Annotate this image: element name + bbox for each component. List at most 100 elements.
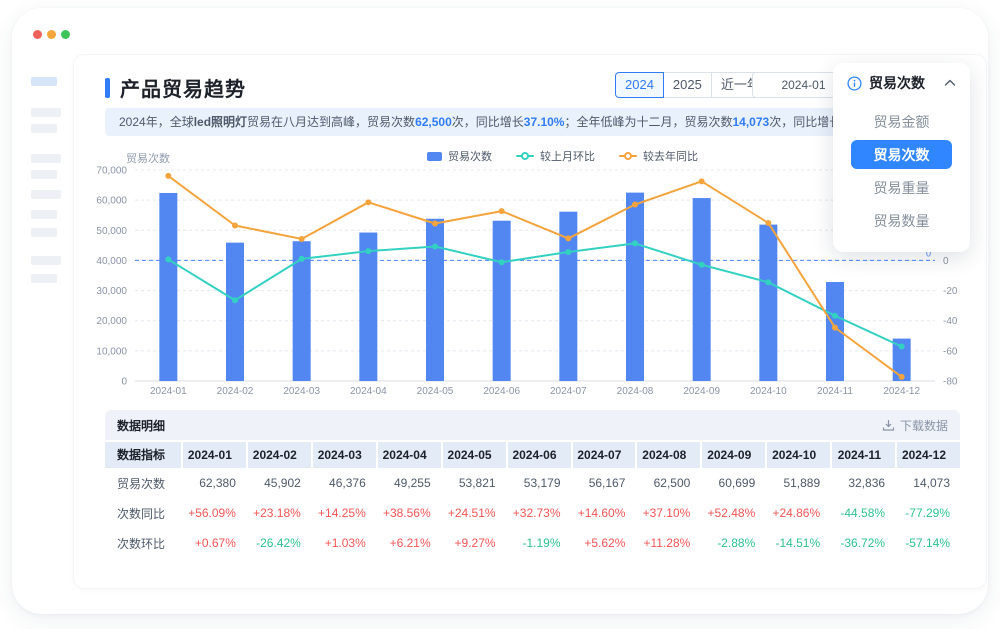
table-cell: +24.86% — [767, 506, 830, 520]
legend-bar-swatch — [427, 152, 442, 161]
table-cell: -1.19% — [508, 536, 571, 550]
sidebar-skeleton-item[interactable] — [31, 274, 57, 283]
sidebar-skeleton-item-active[interactable] — [31, 77, 57, 86]
table-title-bar: 数据明细 下载数据 — [105, 410, 960, 440]
table-cell: -26.42% — [248, 536, 311, 550]
point-较去年同比-2024-09[interactable] — [699, 178, 705, 184]
svg-text:2024-05: 2024-05 — [417, 386, 454, 397]
trend-chart[interactable]: 0-8010,000-6020,000-4030,000-2040,000050… — [85, 164, 960, 403]
table-cell: -57.14% — [897, 536, 960, 550]
maximize-icon[interactable] — [61, 30, 70, 39]
legend-item-较去年同比[interactable]: 较去年同比 — [619, 148, 698, 164]
point-较上月环比-2024-03[interactable] — [299, 256, 305, 262]
point-较去年同比-2024-07[interactable] — [565, 235, 571, 241]
bar-2024-04[interactable] — [359, 233, 377, 381]
sidebar-skeleton-item[interactable] — [31, 210, 57, 219]
point-较上月环比-2024-05[interactable] — [432, 243, 438, 249]
period-tab-2025[interactable]: 2025 — [663, 72, 712, 98]
point-较上月环比-2024-01[interactable] — [165, 256, 171, 262]
sidebar-skeleton-item[interactable] — [31, 108, 61, 117]
table-header-cell: 2024-05 — [443, 442, 506, 468]
row-label: 次数环比 — [105, 535, 181, 552]
point-较上月环比-2024-10[interactable] — [765, 279, 771, 285]
table-row-次数同比: 次数同比+56.09%+23.18%+14.25%+38.56%+24.51%+… — [105, 498, 960, 528]
table-cell: 62,500 — [637, 476, 700, 490]
svg-text:2024-09: 2024-09 — [683, 386, 720, 397]
legend-label: 较去年同比 — [643, 148, 698, 164]
bar-2024-06[interactable] — [493, 221, 511, 381]
metric-option-贸易重量[interactable]: 贸易重量 — [851, 173, 952, 202]
point-较去年同比-2024-10[interactable] — [765, 220, 771, 226]
sidebar-skeleton-item[interactable] — [31, 256, 61, 265]
point-较去年同比-2024-05[interactable] — [432, 220, 438, 226]
metric-option-贸易金额[interactable]: 贸易金额 — [851, 107, 952, 136]
table-cell: -14.51% — [767, 536, 830, 550]
point-较去年同比-2024-06[interactable] — [499, 208, 505, 214]
point-较上月环比-2024-11[interactable] — [832, 313, 838, 319]
page-title: 产品贸易趋势 — [120, 73, 246, 102]
point-较去年同比-2024-02[interactable] — [232, 222, 238, 228]
download-data-button[interactable]: 下载数据 — [882, 417, 948, 434]
point-较上月环比-2024-09[interactable] — [699, 262, 705, 268]
table-header-cell: 2024-12 — [897, 442, 960, 468]
legend-label: 贸易次数 — [448, 148, 492, 164]
metric-dropdown-header[interactable]: 贸易次数 — [833, 63, 970, 103]
summary-banner: 2024年，全球led照明灯贸易在八月达到高峰，贸易次数62,500次，同比增长… — [105, 108, 960, 136]
metric-options-list: 贸易金额贸易次数贸易重量贸易数量 — [833, 107, 970, 235]
svg-text:2024-04: 2024-04 — [350, 386, 387, 397]
legend-item-贸易次数[interactable]: 贸易次数 — [427, 148, 492, 164]
trend-chart-svg[interactable]: 0-8010,000-6020,000-4030,000-2040,000050… — [85, 164, 960, 398]
table-cell: 53,821 — [443, 476, 506, 490]
table-header-row: 数据指标2024-012024-022024-032024-042024-052… — [105, 442, 960, 468]
bar-2024-09[interactable] — [693, 198, 711, 381]
point-较上月环比-2024-04[interactable] — [365, 248, 371, 254]
point-较去年同比-2024-04[interactable] — [365, 199, 371, 205]
sidebar-skeleton-item[interactable] — [31, 228, 57, 237]
metric-dropdown-panel: 贸易次数 贸易金额贸易次数贸易重量贸易数量 — [833, 63, 970, 252]
minimize-icon[interactable] — [47, 30, 56, 39]
sidebar-skeleton-item[interactable] — [31, 170, 57, 179]
legend-item-较上月环比[interactable]: 较上月环比 — [516, 148, 595, 164]
metric-option-贸易数量[interactable]: 贸易数量 — [851, 206, 952, 235]
table-header-cell: 2024-06 — [508, 442, 571, 468]
point-较上月环比-2024-02[interactable] — [232, 297, 238, 303]
point-较上月环比-2024-08[interactable] — [632, 240, 638, 246]
download-icon — [882, 419, 895, 432]
bar-2024-05[interactable] — [426, 219, 444, 381]
period-tab-2024[interactable]: 2024 — [615, 72, 664, 98]
legend-line-swatch — [619, 151, 637, 161]
point-较去年同比-2024-01[interactable] — [165, 173, 171, 179]
close-icon[interactable] — [33, 30, 42, 39]
point-较去年同比-2024-03[interactable] — [299, 236, 305, 242]
sidebar-skeleton-item[interactable] — [31, 124, 57, 133]
point-较去年同比-2024-11[interactable] — [832, 325, 838, 331]
table-row-贸易次数: 贸易次数62,38045,90246,37649,25553,82153,179… — [105, 468, 960, 498]
sidebar-skeleton-item[interactable] — [31, 154, 61, 163]
bar-2024-01[interactable] — [159, 193, 177, 381]
banner-segment: led照明灯 — [194, 115, 247, 129]
sidebar-skeleton-item[interactable] — [31, 190, 61, 199]
point-较上月环比-2024-06[interactable] — [499, 259, 505, 265]
point-较上月环比-2024-12[interactable] — [899, 344, 905, 350]
table-header-cell: 2024-11 — [832, 442, 895, 468]
bar-2024-10[interactable] — [759, 225, 777, 381]
table-cell: 53,179 — [508, 476, 571, 490]
table-row-次数环比: 次数环比+0.67%-26.42%+1.03%+6.21%+9.27%-1.19… — [105, 528, 960, 558]
svg-text:2024-02: 2024-02 — [217, 386, 254, 397]
table-cell: -36.72% — [832, 536, 895, 550]
bar-2024-08[interactable] — [626, 193, 644, 381]
metric-option-贸易次数[interactable]: 贸易次数 — [851, 140, 952, 169]
table-header-cell: 2024-07 — [573, 442, 636, 468]
period-tabs: 20242025近一年 — [615, 72, 770, 98]
svg-text:-60: -60 — [943, 346, 958, 357]
svg-text:-40: -40 — [943, 316, 958, 327]
chevron-up-icon — [944, 79, 956, 87]
point-较去年同比-2024-12[interactable] — [899, 374, 905, 380]
point-较上月环比-2024-07[interactable] — [565, 249, 571, 255]
bar-2024-02[interactable] — [226, 243, 244, 381]
point-较去年同比-2024-08[interactable] — [632, 202, 638, 208]
table-cell: +5.62% — [573, 536, 636, 550]
banner-segment: 2024年，全球 — [119, 115, 194, 129]
table-cell: +37.10% — [637, 506, 700, 520]
table-cell: +38.56% — [378, 506, 441, 520]
